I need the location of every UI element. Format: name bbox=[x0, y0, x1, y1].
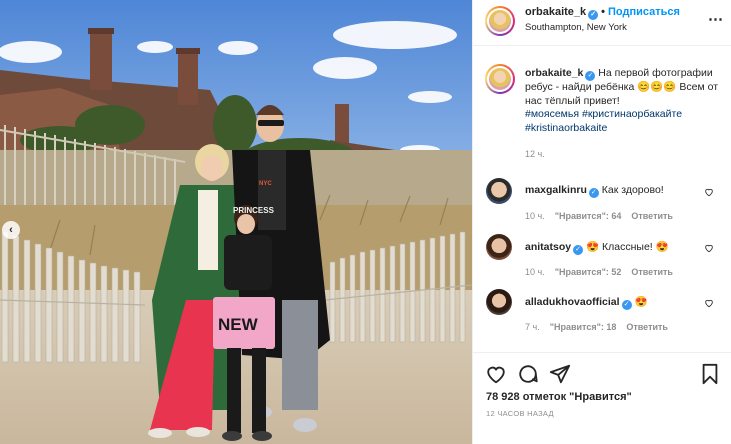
like-comment-heart-icon[interactable] bbox=[704, 243, 714, 253]
comment-meta: 10 ч. "Нравится": 52 Ответить bbox=[525, 267, 683, 277]
author-line: orbakaite_k ✓ • Подписаться bbox=[525, 6, 680, 20]
reply-button[interactable]: Ответить bbox=[631, 211, 673, 221]
post-viewer: NYC PRINCESS NEW ‹ orbakaite_k ✓ • Подпи… bbox=[0, 0, 731, 444]
follow-button[interactable]: Подписаться bbox=[608, 6, 680, 18]
caption-avatar[interactable] bbox=[485, 64, 515, 94]
comment-body: 😍 bbox=[634, 296, 648, 308]
author-username[interactable]: orbakaite_k bbox=[525, 6, 586, 18]
comment-likes[interactable]: "Нравится": 52 bbox=[555, 267, 622, 277]
comment-item: anitatsoy ✓ 😍 Классные! 😍 10 ч. "Нравится"… bbox=[473, 234, 731, 284]
post-details-panel: orbakaite_k ✓ • Подписаться Southampton, Ne… bbox=[472, 0, 731, 444]
comments-list[interactable]: orbakaite_k ✓ На первой фотографии ребус … bbox=[473, 47, 731, 352]
verified-badge-icon: ✓ bbox=[588, 188, 599, 198]
verified-badge-icon: ✓ bbox=[585, 71, 596, 81]
photo-scene: NYC PRINCESS NEW bbox=[0, 0, 472, 444]
comment-likes[interactable]: "Нравится": 18 bbox=[550, 322, 617, 332]
likes-label: отметок "Нравится" bbox=[522, 391, 632, 403]
commenter-username[interactable]: maxgalkinru bbox=[525, 184, 587, 196]
bookmark-icon[interactable] bbox=[699, 363, 721, 385]
comment-meta: 7 ч. "Нравится": 18 Ответить bbox=[525, 322, 678, 332]
hashtag-link[interactable]: #моясемья bbox=[525, 108, 579, 120]
shirt-print: PRINCESS bbox=[233, 206, 275, 215]
dot-separator: • bbox=[601, 6, 606, 18]
reply-button[interactable]: Ответить bbox=[626, 322, 668, 332]
svg-text:NYC: NYC bbox=[259, 181, 272, 187]
post-photo[interactable]: NYC PRINCESS NEW ‹ bbox=[0, 0, 472, 444]
share-icon[interactable] bbox=[549, 363, 571, 385]
comment-meta: 10 ч. "Нравится": 64 Ответить bbox=[525, 211, 683, 221]
commenter-username[interactable]: anitatsoy bbox=[525, 241, 571, 253]
comment-text: maxgalkinru ✓ Как здорово! bbox=[525, 184, 664, 198]
commenter-avatar[interactable] bbox=[486, 234, 512, 260]
like-comment-heart-icon[interactable] bbox=[704, 298, 714, 308]
comment-text: anitatsoy ✓ 😍 Классные! 😍 bbox=[525, 240, 669, 255]
comment-body: Как здорово! bbox=[601, 184, 664, 196]
post-actions: 78 928 отметок "Нравится" 12 ЧАСОВ НАЗАД bbox=[473, 352, 731, 444]
hashtag-link[interactable]: #кристинаорбакайте bbox=[582, 108, 682, 120]
more-icon[interactable]: ⋯ bbox=[708, 10, 724, 28]
location-link[interactable]: Southampton, New York bbox=[525, 22, 627, 33]
verified-badge-icon: ✓ bbox=[621, 300, 632, 310]
likes-number: 78 928 bbox=[486, 391, 520, 403]
heart-icon[interactable] bbox=[485, 363, 507, 385]
sweater-print: NEW bbox=[218, 315, 259, 334]
verified-badge-icon: ✓ bbox=[573, 245, 584, 255]
caption-username[interactable]: orbakaite_k bbox=[525, 67, 583, 79]
previous-photo-button[interactable]: ‹ bbox=[2, 221, 20, 239]
comment-body: 😍 Классные! 😍 bbox=[586, 241, 669, 253]
comment-time: 10 ч. bbox=[525, 211, 545, 221]
comment-likes[interactable]: "Нравится": 64 bbox=[555, 211, 622, 221]
hashtag-link[interactable]: #kristinaorbakaite bbox=[525, 122, 607, 134]
caption-time: 12 ч. bbox=[525, 149, 545, 159]
commenter-avatar[interactable] bbox=[486, 178, 512, 204]
post-timestamp: 12 ЧАСОВ НАЗАД bbox=[486, 409, 554, 418]
comment-item: alladukhovaofficial ✓ 😍 7 ч. "Нравится": 1… bbox=[473, 289, 731, 339]
post-header: orbakaite_k ✓ • Подписаться Southampton, Ne… bbox=[473, 0, 731, 46]
author-avatar[interactable] bbox=[485, 6, 515, 36]
comment-time: 7 ч. bbox=[525, 322, 540, 332]
like-comment-heart-icon[interactable] bbox=[704, 187, 714, 197]
likes-count[interactable]: 78 928 отметок "Нравится" bbox=[486, 391, 632, 403]
reply-button[interactable]: Ответить bbox=[631, 267, 673, 277]
comment-time: 10 ч. bbox=[525, 267, 545, 277]
caption-text: orbakaite_k ✓ На первой фотографии ребус … bbox=[525, 67, 721, 135]
comment-icon[interactable] bbox=[517, 363, 539, 385]
commenter-username[interactable]: alladukhovaofficial bbox=[525, 296, 620, 308]
comment-text: alladukhovaofficial ✓ 😍 bbox=[525, 295, 648, 310]
comment-item: maxgalkinru ✓ Как здорово! 10 ч. "Нравится… bbox=[473, 178, 731, 228]
verified-badge-icon: ✓ bbox=[588, 10, 599, 20]
commenter-avatar[interactable] bbox=[486, 289, 512, 315]
